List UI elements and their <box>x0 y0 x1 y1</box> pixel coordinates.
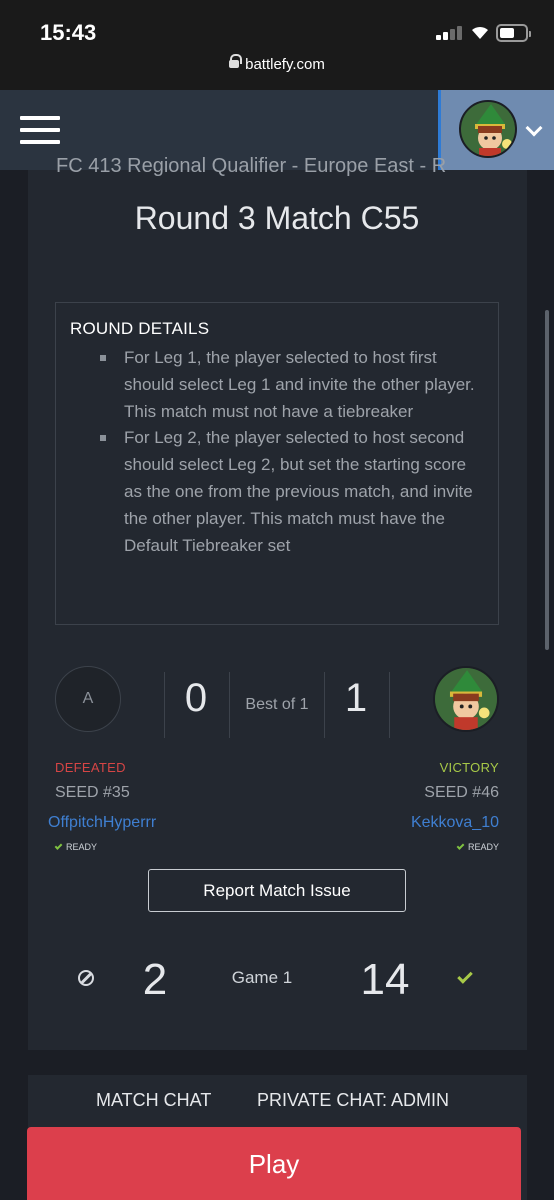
elf-avatar-icon <box>461 102 515 156</box>
avatar <box>459 100 517 158</box>
check-icon <box>54 842 63 850</box>
status-bar: 15:43 battlefy.com <box>0 0 554 90</box>
status-time: 15:43 <box>40 20 97 45</box>
cellular-signal-icon <box>436 26 462 40</box>
tab-private-chat-admin[interactable]: PRIVATE CHAT: ADMIN <box>257 1090 449 1111</box>
page-title: Round 3 Match C55 <box>134 200 420 236</box>
game-right-score: 14 <box>360 955 410 1004</box>
round-details: ROUND DETAILS For Leg 1, the player sele… <box>55 302 499 625</box>
team-right-name-link[interactable]: Kekkova_10 <box>411 814 499 832</box>
team-left-result: DEFEATED <box>55 760 126 775</box>
ready-label: READY <box>66 842 98 852</box>
forfeit-icon[interactable] <box>78 970 94 986</box>
play-button[interactable]: Play <box>27 1127 521 1200</box>
chevron-down-icon <box>525 119 543 137</box>
team-left-name-link[interactable]: OffpitchHyperrr <box>48 814 156 832</box>
tab-match-chat[interactable]: MATCH CHAT <box>96 1090 211 1111</box>
team-right-result: VICTORY <box>439 760 499 775</box>
team-right-ready: READY <box>456 842 499 852</box>
wifi-icon <box>472 26 488 39</box>
team-left-seed: SEED #35 <box>55 784 130 801</box>
divider <box>389 672 390 738</box>
team-right-avatar[interactable] <box>433 666 499 732</box>
team-right-seed: SEED #46 <box>424 784 499 801</box>
lock-icon <box>229 54 243 68</box>
elf-avatar-icon <box>435 668 497 730</box>
tournament-title[interactable]: FC 413 Regional Qualifier - Europe East … <box>28 155 488 177</box>
team-left-score: 0 <box>184 676 208 720</box>
url-text: battlefy.com <box>245 56 325 73</box>
report-match-issue-button[interactable]: Report Match Issue <box>148 869 406 912</box>
round-details-list: For Leg 1, the player selected to host f… <box>98 345 488 559</box>
list-item: For Leg 2, the player selected to host s… <box>98 425 488 559</box>
menu-icon[interactable] <box>20 116 60 144</box>
game-left-score: 2 <box>142 955 168 1004</box>
team-right-score: 1 <box>344 676 368 720</box>
game-label: Game 1 <box>231 968 293 987</box>
best-of-label: Best of 1 <box>245 696 309 713</box>
ready-label: READY <box>467 842 499 852</box>
team-left-avatar[interactable]: A <box>55 666 121 732</box>
scrollbar[interactable] <box>545 310 549 650</box>
divider <box>164 672 165 738</box>
list-item: For Leg 1, the player selected to host f… <box>98 345 488 425</box>
team-left-ready: READY <box>54 842 98 852</box>
round-details-heading: ROUND DETAILS <box>70 319 210 338</box>
url-bar[interactable]: battlefy.com <box>0 54 554 73</box>
battery-icon <box>496 24 531 42</box>
check-icon <box>456 842 465 850</box>
divider <box>324 672 325 738</box>
